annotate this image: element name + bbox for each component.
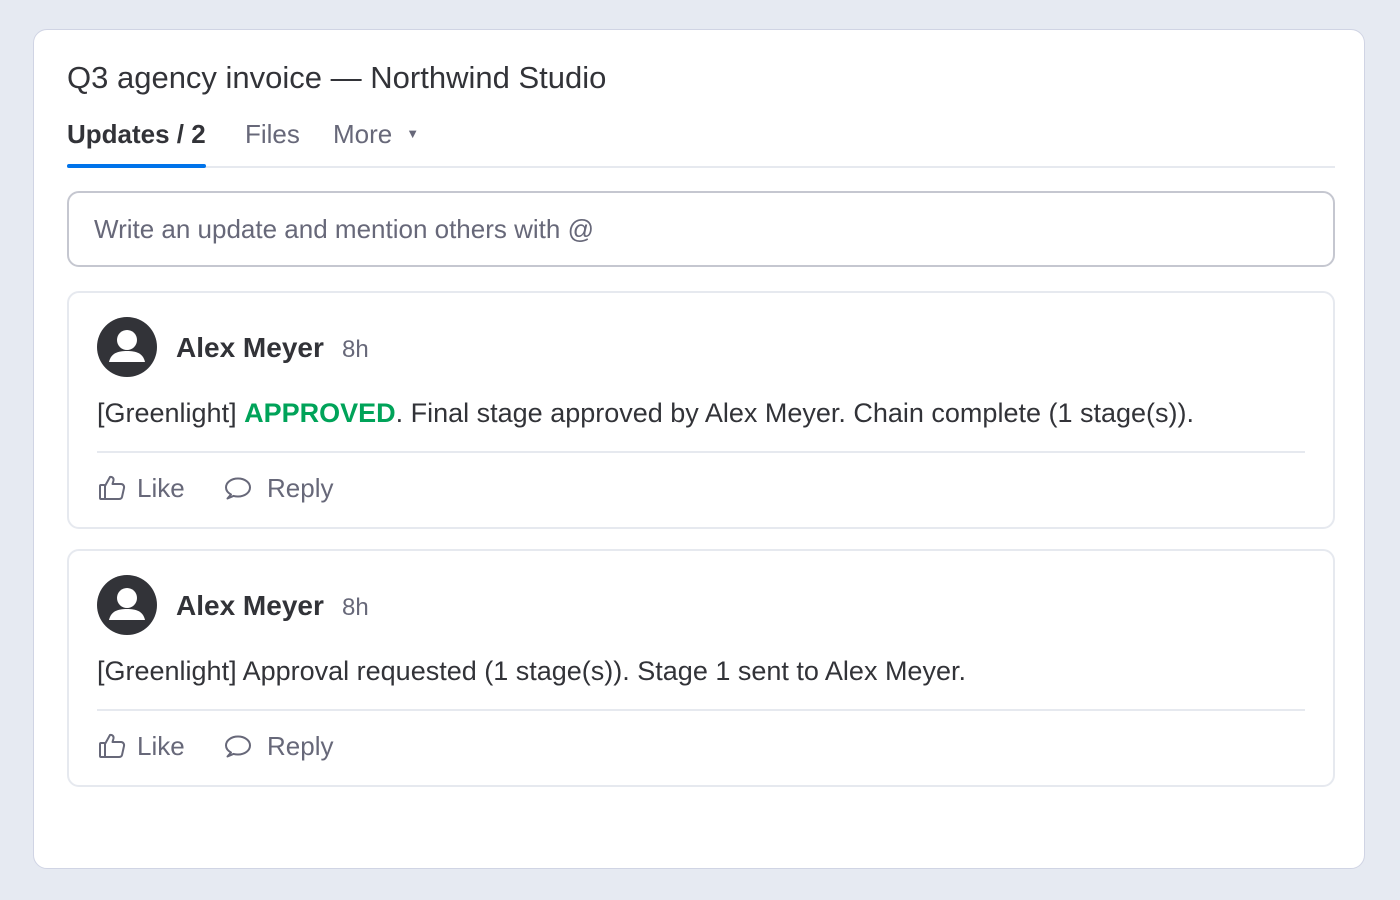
update-message: [Greenlight] APPROVED. Final stage appro…: [97, 393, 1194, 433]
update-author[interactable]: Alex Meyer: [176, 589, 324, 623]
tab-more-label: More: [333, 119, 393, 149]
update-message-prefix: [Greenlight]: [97, 398, 245, 428]
like-label: Like: [137, 730, 185, 761]
update-time: 8h: [342, 336, 369, 363]
status-approved: APPROVED: [244, 398, 396, 428]
update-card: Alex Meyer 8h [Greenlight] Approval requ…: [67, 549, 1335, 787]
speech-bubble-icon: [223, 473, 253, 503]
tab-more[interactable]: More ▼: [333, 114, 419, 166]
reply-button[interactable]: Reply: [223, 726, 333, 766]
tab-files-label: Files: [245, 119, 300, 149]
avatar[interactable]: [97, 317, 157, 377]
thumbs-up-icon: [97, 473, 127, 503]
person-icon: [109, 330, 145, 362]
like-label: Like: [137, 472, 185, 503]
update-divider: [97, 451, 1305, 453]
item-tabs: Updates / 2 Files More ▼: [67, 114, 1335, 168]
update-composer-input[interactable]: [67, 191, 1335, 267]
update-card: Alex Meyer 8h [Greenlight] APPROVED. Fin…: [67, 291, 1335, 529]
update-time: 8h: [342, 594, 369, 621]
reply-button[interactable]: Reply: [223, 468, 333, 508]
update-author[interactable]: Alex Meyer: [176, 331, 324, 365]
reply-label: Reply: [267, 472, 334, 503]
tab-updates-label: Updates / 2: [67, 119, 206, 149]
item-title: Q3 agency invoice — Northwind Studio: [67, 60, 607, 95]
update-message: [Greenlight] Approval requested (1 stage…: [97, 656, 966, 686]
speech-bubble-icon: [223, 731, 253, 761]
item-updates-panel: Q3 agency invoice — Northwind Studio Upd…: [33, 29, 1365, 869]
avatar[interactable]: [97, 575, 157, 635]
tab-updates[interactable]: Updates / 2: [67, 114, 206, 168]
like-button[interactable]: Like: [97, 468, 185, 508]
caret-down-icon: ▼: [406, 126, 420, 141]
update-divider: [97, 709, 1305, 711]
tab-files[interactable]: Files: [245, 114, 300, 166]
reply-label: Reply: [267, 730, 334, 761]
like-button[interactable]: Like: [97, 726, 185, 766]
thumbs-up-icon: [97, 731, 127, 761]
person-icon: [109, 588, 145, 620]
update-message-body: . Final stage approved by Alex Meyer. Ch…: [395, 398, 1195, 428]
